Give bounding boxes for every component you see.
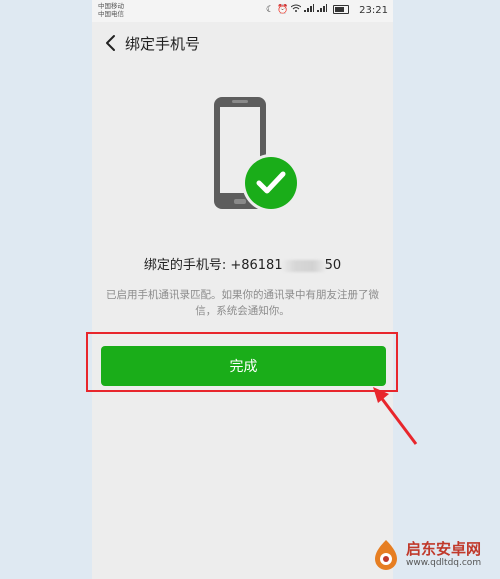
annotation-highlight-box [86, 332, 398, 392]
nav-bar: 绑定手机号 [92, 22, 393, 64]
watermark-logo-icon [375, 540, 397, 570]
left-background [0, 0, 92, 579]
phone-check-icon [214, 97, 300, 212]
carrier-label-1: 中国移动 [98, 2, 124, 10]
bound-phone-prefix: 绑定的手机号: +86181 [143, 258, 283, 273]
watermark: 启东安卓网 www.qdltdq.com [370, 534, 500, 579]
back-button[interactable] [100, 30, 122, 56]
bound-phone-suffix: 50 [324, 258, 342, 273]
annotation-arrow-icon [373, 387, 418, 445]
wifi-icon [290, 4, 304, 15]
phone-screen: 中国移动 中国电信 ☾ ⏰ 23:21 绑定手机号 绑定的手机号: +86181… [92, 0, 393, 579]
redacted-digits [280, 259, 327, 272]
watermark-url: www.qdltdq.com [406, 558, 482, 568]
chevron-left-icon [106, 35, 115, 51]
bound-phone-text: 绑定的手机号: +86181 50 [92, 254, 393, 273]
moon-icon: ☾ [266, 5, 275, 15]
clock: 23:21 [359, 5, 388, 16]
watermark-name: 启东安卓网 [406, 540, 482, 558]
alarm-icon: ⏰ [276, 5, 289, 15]
carrier-label-2: 中国电信 [98, 10, 124, 18]
status-bar: 中国移动 中国电信 ☾ ⏰ 23:21 [92, 0, 393, 22]
signal-icon [316, 4, 330, 15]
status-icons: ☾ ⏰ [266, 4, 349, 15]
battery-icon [332, 5, 349, 14]
signal-icon [303, 4, 317, 15]
contacts-hint-text: 已启用手机通讯录匹配。如果你的通讯录中有朋友注册了微信，系统会通知你。 [106, 289, 379, 317]
page-title: 绑定手机号 [125, 35, 201, 53]
right-background [393, 0, 500, 579]
